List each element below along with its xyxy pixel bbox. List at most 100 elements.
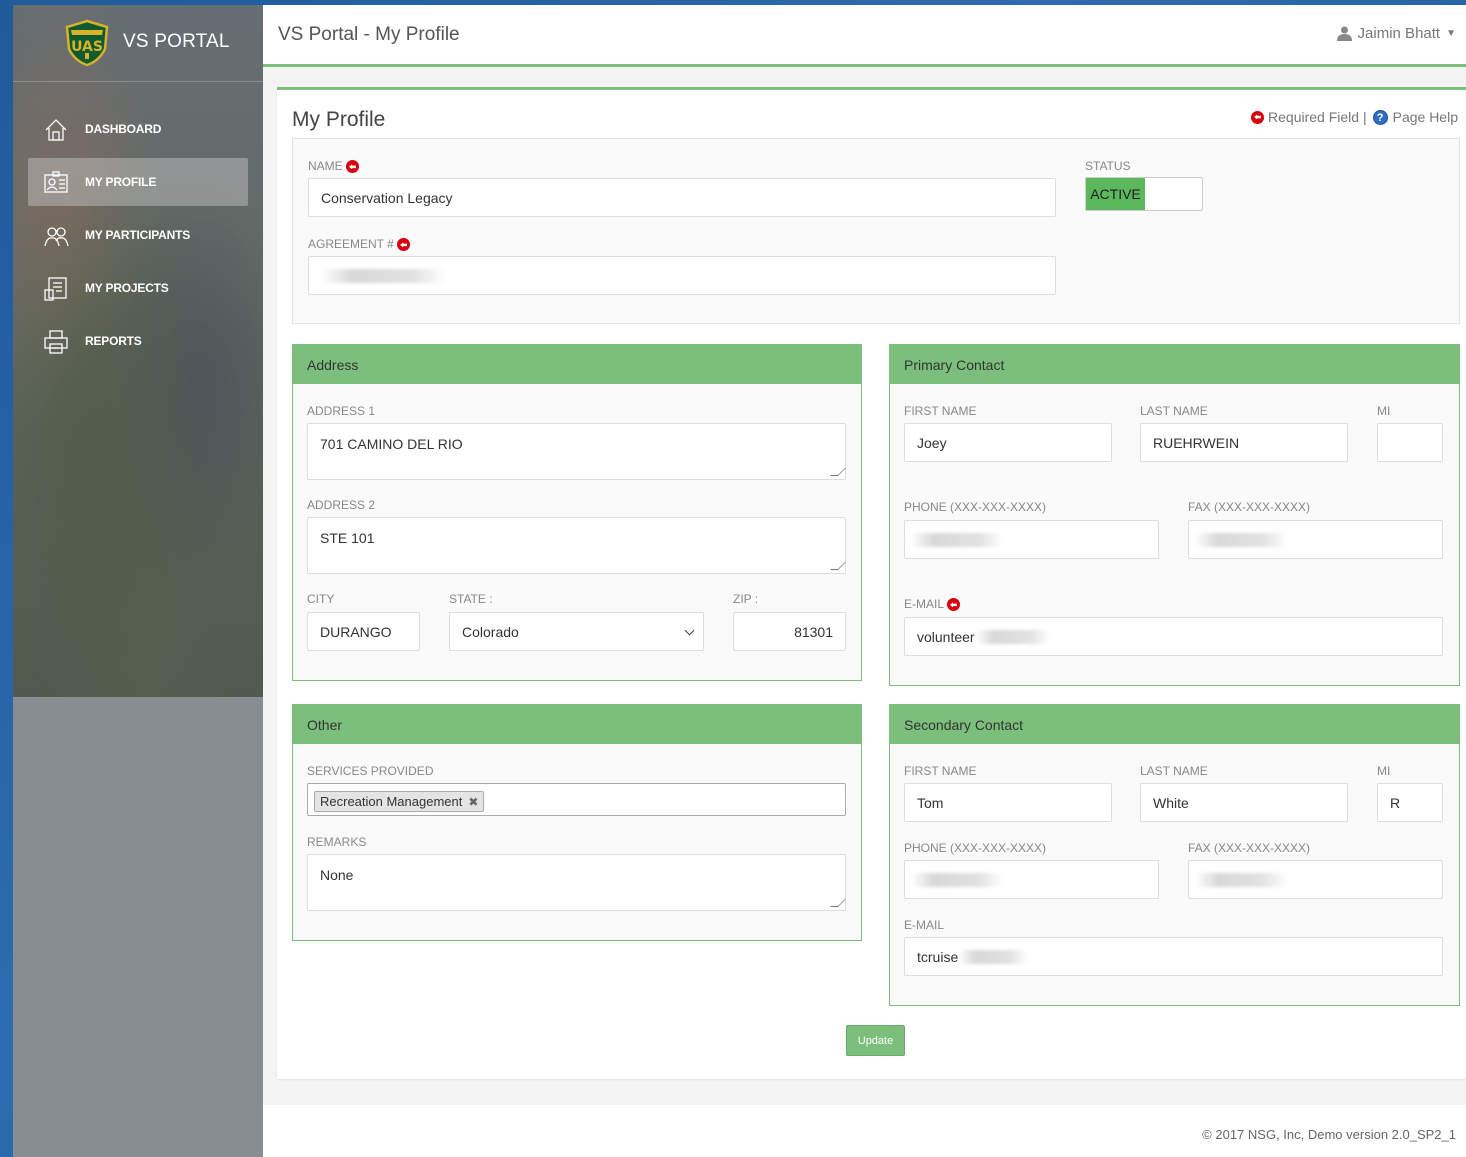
- users-icon: [44, 227, 69, 247]
- city-label: CITY: [307, 592, 335, 606]
- secondary-email-field[interactable]: tcruise: [904, 937, 1443, 976]
- primary-last-name-field[interactable]: RUEHRWEIN: [1140, 423, 1348, 462]
- state-label: STATE :: [449, 592, 493, 606]
- sidebar-item-label: MY PROJECTS: [85, 281, 169, 295]
- sidebar-item-label: MY PROFILE: [85, 175, 157, 189]
- update-button[interactable]: Update: [846, 1025, 905, 1056]
- name-field[interactable]: Conservation Legacy: [308, 178, 1056, 217]
- redacted-value: [958, 949, 1029, 964]
- redacted-value: [1195, 532, 1287, 547]
- address-panel: Address ADDRESS 1 701 CAMINO DEL RIO ADD…: [292, 344, 862, 681]
- name-label: NAME: [308, 159, 343, 173]
- agreement-field[interactable]: [308, 256, 1056, 295]
- sidebar-item-reports[interactable]: REPORTS: [13, 317, 263, 365]
- usfs-shield-logo: UAS: [65, 19, 109, 67]
- panel-header: Primary Contact: [890, 345, 1459, 384]
- brand[interactable]: UAS VS PORTAL: [13, 5, 263, 82]
- user-icon: [1336, 26, 1352, 41]
- last-name-label: LAST NAME: [1140, 764, 1208, 778]
- required-field-icon: [946, 598, 960, 612]
- status-label: STATUS: [1085, 159, 1131, 173]
- other-panel: Other SERVICES PROVIDED Recreation Manag…: [292, 704, 862, 941]
- page-title: My Profile: [292, 108, 386, 131]
- resize-handle-icon[interactable]: [830, 468, 846, 476]
- redacted-value: [911, 872, 1003, 887]
- phone-label: PHONE (XXX-XXX-XXXX): [904, 500, 1047, 514]
- resize-handle-icon[interactable]: [830, 562, 846, 570]
- projects-icon: [44, 277, 67, 301]
- sidebar-item-my-projects[interactable]: MY PROJECTS: [13, 264, 263, 312]
- status-toggle-on: ACTIVE: [1086, 178, 1145, 210]
- printer-icon: [44, 330, 68, 354]
- redacted-value: [321, 268, 446, 283]
- brand-title: VS PORTAL: [123, 31, 230, 52]
- zip-label: ZIP :: [733, 592, 759, 606]
- sidebar-item-dashboard[interactable]: DASHBOARD: [13, 105, 263, 153]
- primary-contact-panel: Primary Contact FIRST NAME Joey LAST NAM…: [889, 344, 1460, 686]
- redacted-value: [1195, 872, 1287, 887]
- primary-first-name-field[interactable]: Joey: [904, 423, 1112, 462]
- first-name-label: FIRST NAME: [904, 404, 977, 418]
- status-toggle[interactable]: ACTIVE: [1085, 177, 1203, 211]
- agreement-label: AGREEMENT #: [308, 237, 394, 251]
- page-help-link[interactable]: Page Help: [1393, 109, 1458, 125]
- remarks-label: REMARKS: [307, 835, 367, 849]
- profile-card: My Profile Required Field | ? Page Help …: [277, 87, 1466, 1079]
- sidebar-item-my-profile[interactable]: MY PROFILE: [28, 158, 248, 206]
- required-field-icon: [397, 238, 411, 252]
- redacted-value: [974, 629, 1050, 644]
- primary-phone-field[interactable]: [904, 520, 1159, 559]
- first-name-label: FIRST NAME: [904, 764, 977, 778]
- close-icon[interactable]: ✖: [468, 795, 478, 809]
- address2-field[interactable]: STE 101: [307, 517, 846, 574]
- primary-mi-field[interactable]: [1377, 423, 1443, 462]
- sidebar-item-my-participants[interactable]: MY PARTICIPANTS: [13, 211, 263, 259]
- required-field-icon: [346, 160, 360, 174]
- mi-label: MI: [1377, 764, 1391, 778]
- address1-field[interactable]: 701 CAMINO DEL RIO: [307, 423, 846, 480]
- sidebar-nav: DASHBOARD MY PROFILE MY PARTICIPANTS MY …: [13, 105, 263, 370]
- footer-copyright: © 2017 NSG, Inc, Demo version 2.0_SP2_1: [1202, 1127, 1456, 1142]
- state-select[interactable]: Colorado: [449, 612, 704, 651]
- secondary-fax-field[interactable]: [1188, 860, 1443, 899]
- zip-field[interactable]: 81301: [733, 612, 846, 651]
- redacted-value: [911, 532, 1003, 547]
- email-label: E-MAIL: [904, 597, 944, 611]
- sidebar-item-label: DASHBOARD: [85, 122, 162, 136]
- secondary-last-name-field[interactable]: White: [1140, 783, 1348, 822]
- page-header-title: VS Portal - My Profile: [278, 24, 460, 45]
- services-multiselect[interactable]: Recreation Management ✖: [307, 783, 846, 816]
- resize-handle-icon[interactable]: [830, 899, 846, 907]
- panel-header: Secondary Contact: [890, 705, 1459, 744]
- user-menu[interactable]: Jaimin Bhatt ▼: [1336, 25, 1456, 42]
- secondary-first-name-field[interactable]: Tom: [904, 783, 1112, 822]
- user-name: Jaimin Bhatt: [1357, 25, 1441, 42]
- secondary-contact-panel: Secondary Contact FIRST NAME Tom LAST NA…: [889, 704, 1460, 1006]
- secondary-mi-field[interactable]: R: [1377, 783, 1443, 822]
- address1-label: ADDRESS 1: [307, 404, 376, 418]
- fax-label: FAX (XXX-XXX-XXXX): [1188, 500, 1311, 514]
- footer: © 2017 NSG, Inc, Demo version 2.0_SP2_1: [263, 1105, 1466, 1157]
- required-field-legend: Required Field |: [1268, 109, 1367, 125]
- primary-fax-field[interactable]: [1188, 520, 1443, 559]
- app-window: UAS VS PORTAL DASHBOARD MY PROFILE MY PA…: [13, 5, 1466, 1157]
- fax-label: FAX (XXX-XXX-XXXX): [1188, 841, 1311, 855]
- last-name-label: LAST NAME: [1140, 404, 1208, 418]
- sidebar-item-label: MY PARTICIPANTS: [85, 228, 191, 242]
- svg-text:UAS: UAS: [71, 39, 103, 55]
- secondary-phone-field[interactable]: [904, 860, 1159, 899]
- help-icon[interactable]: ?: [1372, 109, 1388, 125]
- services-label: SERVICES PROVIDED: [307, 764, 434, 778]
- home-icon: [45, 119, 67, 141]
- phone-label: PHONE (XXX-XXX-XXXX): [904, 841, 1047, 855]
- chevron-down-icon: [684, 625, 695, 636]
- profile-card-icon: [44, 171, 68, 193]
- panel-header: Address: [293, 345, 861, 384]
- address2-label: ADDRESS 2: [307, 498, 376, 512]
- city-field[interactable]: DURANGO: [307, 612, 420, 651]
- primary-email-field[interactable]: volunteer: [904, 617, 1443, 656]
- sidebar-item-label: REPORTS: [85, 334, 142, 348]
- remarks-field[interactable]: None: [307, 854, 846, 911]
- sidebar: UAS VS PORTAL DASHBOARD MY PROFILE MY PA…: [13, 5, 263, 1157]
- profile-info-section: NAME Conservation Legacy STATUS ACTIVE A…: [292, 138, 1460, 324]
